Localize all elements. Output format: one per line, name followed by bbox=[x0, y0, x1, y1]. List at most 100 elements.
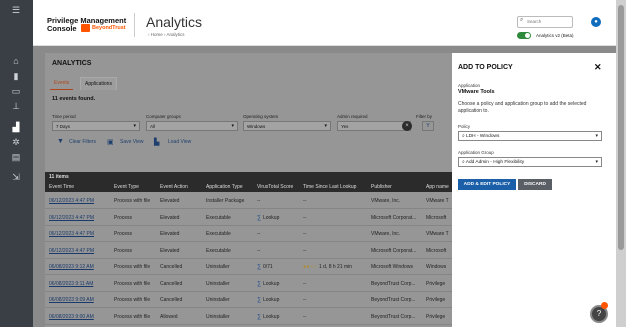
brand-name-line2: Console bbox=[47, 24, 77, 33]
cell-time-since-lookup-text: -- bbox=[303, 247, 307, 254]
table-row[interactable]: 06/12/2023 4:47 PM Process with file Eleva… bbox=[45, 193, 452, 209]
cell-app-name-text: VMware T bbox=[426, 231, 449, 237]
cell-publisher: VMware, Inc. bbox=[371, 198, 400, 204]
cell-application-type: Executable bbox=[206, 248, 231, 254]
time-period-value: 7 Days bbox=[56, 124, 71, 129]
save-icon[interactable]: ▣ bbox=[107, 138, 114, 146]
cell-application-type: Uninstaller bbox=[206, 281, 230, 287]
table-row[interactable]: 06/08/2023 9:11 AM Process with file Cance… bbox=[45, 276, 452, 292]
computer-groups-select[interactable]: All ▾ bbox=[146, 121, 238, 131]
cell-publisher-text: Microsoft Corporat... bbox=[371, 247, 417, 254]
save-view-button[interactable]: Save View bbox=[120, 139, 144, 145]
cell-publisher-text: BeyondTrust Corp... bbox=[371, 313, 416, 320]
cell-virustotal-score[interactable]: ∑ Lookup bbox=[257, 281, 279, 287]
cell-virustotal-score[interactable]: ∑ Lookup bbox=[257, 297, 279, 303]
cell-application-type: Executable bbox=[206, 231, 231, 237]
cell-app-name: Microsoft bbox=[426, 215, 446, 221]
cell-application-type-text: Uninstaller bbox=[206, 280, 230, 287]
cell-event-time-text: 06/12/2023 4:47 PM bbox=[49, 231, 95, 237]
cell-publisher: VMware, Inc. bbox=[371, 231, 400, 237]
column-application-type[interactable]: Application Type bbox=[206, 184, 243, 190]
close-icon[interactable]: ✕ bbox=[594, 62, 602, 73]
load-view-button[interactable]: Load View bbox=[168, 139, 191, 145]
menu-icon[interactable]: ☰ bbox=[10, 5, 22, 15]
column-publisher[interactable]: Publisher bbox=[371, 184, 392, 190]
table-row[interactable]: 06/08/2023 9:00 AM Process with file Allow… bbox=[45, 309, 452, 325]
filter-label-os: Operating system bbox=[243, 114, 279, 119]
admin-required-select[interactable]: Yes▾ bbox=[337, 121, 411, 131]
column-app-name[interactable]: App name bbox=[426, 184, 449, 190]
cell-virustotal-score[interactable]: ∑ 0/71 bbox=[257, 264, 273, 270]
cell-publisher: BeyondTrust Corp... bbox=[371, 281, 416, 287]
cell-application-type-text: Uninstaller bbox=[206, 297, 230, 303]
load-icon[interactable]: ▙ bbox=[154, 138, 159, 146]
admin-required-value: Yes bbox=[341, 124, 349, 129]
cell-event-time[interactable]: 06/08/2023 9:09 AM bbox=[49, 297, 94, 303]
cell-time-since-lookup-text: -- bbox=[303, 313, 307, 320]
search-input[interactable] bbox=[517, 16, 573, 28]
cell-publisher-text: VMware, Inc. bbox=[371, 198, 401, 204]
cell-virustotal-score: -- bbox=[257, 231, 260, 237]
cell-app-name: Privilege bbox=[426, 314, 445, 320]
monitor-icon[interactable]: ▭ bbox=[10, 86, 22, 96]
cell-event-time[interactable]: 06/08/2023 9:11 AM bbox=[49, 281, 93, 287]
user-avatar-icon[interactable]: ● bbox=[591, 17, 601, 27]
home-icon[interactable]: ⌂ bbox=[10, 56, 22, 66]
cell-application-type: Executable bbox=[206, 215, 231, 221]
breadcrumb[interactable]: › Home › Analytics bbox=[148, 32, 185, 37]
time-period-select[interactable]: 7 Days ▾ bbox=[52, 121, 140, 131]
cell-event-time-text: 06/08/2023 9:11 AM bbox=[49, 280, 94, 287]
tab-events[interactable]: Events bbox=[50, 77, 74, 90]
cell-virustotal-score[interactable]: ∑ Lookup bbox=[257, 215, 279, 221]
column-event-type[interactable]: Event Type bbox=[114, 184, 139, 190]
filter-label-time-period: Time period bbox=[52, 114, 76, 119]
discard-button[interactable]: DISCARD bbox=[518, 179, 552, 190]
policy-value: LDH - Windows bbox=[466, 134, 500, 139]
filter-by-select[interactable]: Y bbox=[422, 121, 434, 131]
cell-virustotal-score[interactable]: ∑ Lookup bbox=[257, 314, 279, 320]
cell-event-time[interactable]: 06/08/2023 9:00 AM bbox=[49, 314, 94, 320]
search-icon: ⌕ bbox=[520, 17, 524, 23]
cell-event-time[interactable]: 06/12/2023 4:47 PM bbox=[49, 198, 94, 204]
policy-select[interactable]: ⌕ LDH - Windows ▾ bbox=[458, 131, 602, 141]
tab-applications[interactable]: Applications bbox=[80, 77, 117, 90]
filter-label-filter-by: Filter by bbox=[416, 114, 433, 119]
cell-event-time[interactable]: 06/12/2023 4:47 PM bbox=[49, 215, 94, 221]
cell-virustotal-score-text: -- bbox=[257, 198, 261, 204]
events-count: 11 events found. bbox=[52, 96, 96, 102]
beyondtrust-logo-icon bbox=[81, 24, 90, 32]
cell-event-action-text: Cancelled bbox=[160, 297, 183, 303]
hierarchy-icon[interactable]: ⊥ bbox=[10, 101, 22, 111]
table-row[interactable]: 06/08/2023 9:12 AM Process with file Cance… bbox=[45, 259, 452, 275]
table-row[interactable]: 06/12/2023 4:47 PM Process Elevated Executa… bbox=[45, 210, 452, 226]
application-group-select[interactable]: ⌕ Add Admin - High Flexibility ▾ bbox=[458, 157, 602, 167]
application-value: VMware Tools bbox=[458, 89, 495, 95]
column-virustotal-score[interactable]: VirusTotal Score bbox=[257, 184, 293, 190]
column-event-action[interactable]: Event Action bbox=[160, 184, 188, 190]
cell-event-time[interactable]: 06/08/2023 9:12 AM bbox=[49, 264, 94, 270]
table-row[interactable]: 06/12/2023 4:47 PM Process Elevated Executa… bbox=[45, 243, 452, 259]
analytics-icon[interactable]: ▟ bbox=[10, 122, 22, 132]
add-edit-policy-button[interactable]: ADD & EDIT POLICY bbox=[458, 179, 516, 190]
cell-event-type: Process with file bbox=[114, 314, 150, 320]
table-row[interactable]: 06/12/2023 4:47 PM Process Elevated Executa… bbox=[45, 226, 452, 242]
column-time-since-lookup[interactable]: Time Since Last Lookup bbox=[303, 184, 356, 190]
cell-application-type: Uninstaller bbox=[206, 314, 230, 320]
chart-icon[interactable]: ▮ bbox=[10, 71, 22, 81]
column-event-time[interactable]: Event Time bbox=[49, 184, 74, 190]
cell-event-time[interactable]: 06/12/2023 4:47 PM bbox=[49, 231, 94, 237]
cell-virustotal-score-text: 0/71 bbox=[262, 264, 273, 270]
gear-icon[interactable]: ✲ bbox=[10, 137, 22, 147]
clipboard-icon[interactable]: ▤ bbox=[10, 152, 22, 162]
filter-icon[interactable]: ▼ bbox=[57, 138, 64, 145]
clear-filter-icon[interactable]: × bbox=[402, 121, 412, 131]
user-exit-icon[interactable]: ⇲ bbox=[10, 172, 22, 182]
operating-system-select[interactable]: Windows ▾ bbox=[243, 121, 331, 131]
cell-event-time-text: 06/12/2023 4:47 PM bbox=[49, 214, 95, 221]
clear-filters-button[interactable]: Clear Filters bbox=[69, 139, 96, 145]
cell-event-action-text: Elevated bbox=[160, 198, 180, 204]
cell-event-time-text: 06/08/2023 9:12 AM bbox=[49, 264, 94, 270]
cell-event-time[interactable]: 06/12/2023 4:47 PM bbox=[49, 248, 94, 254]
scrollbar-thumb[interactable] bbox=[618, 5, 624, 250]
table-row[interactable]: 06/08/2023 9:09 AM Process with file Cance… bbox=[45, 292, 452, 308]
